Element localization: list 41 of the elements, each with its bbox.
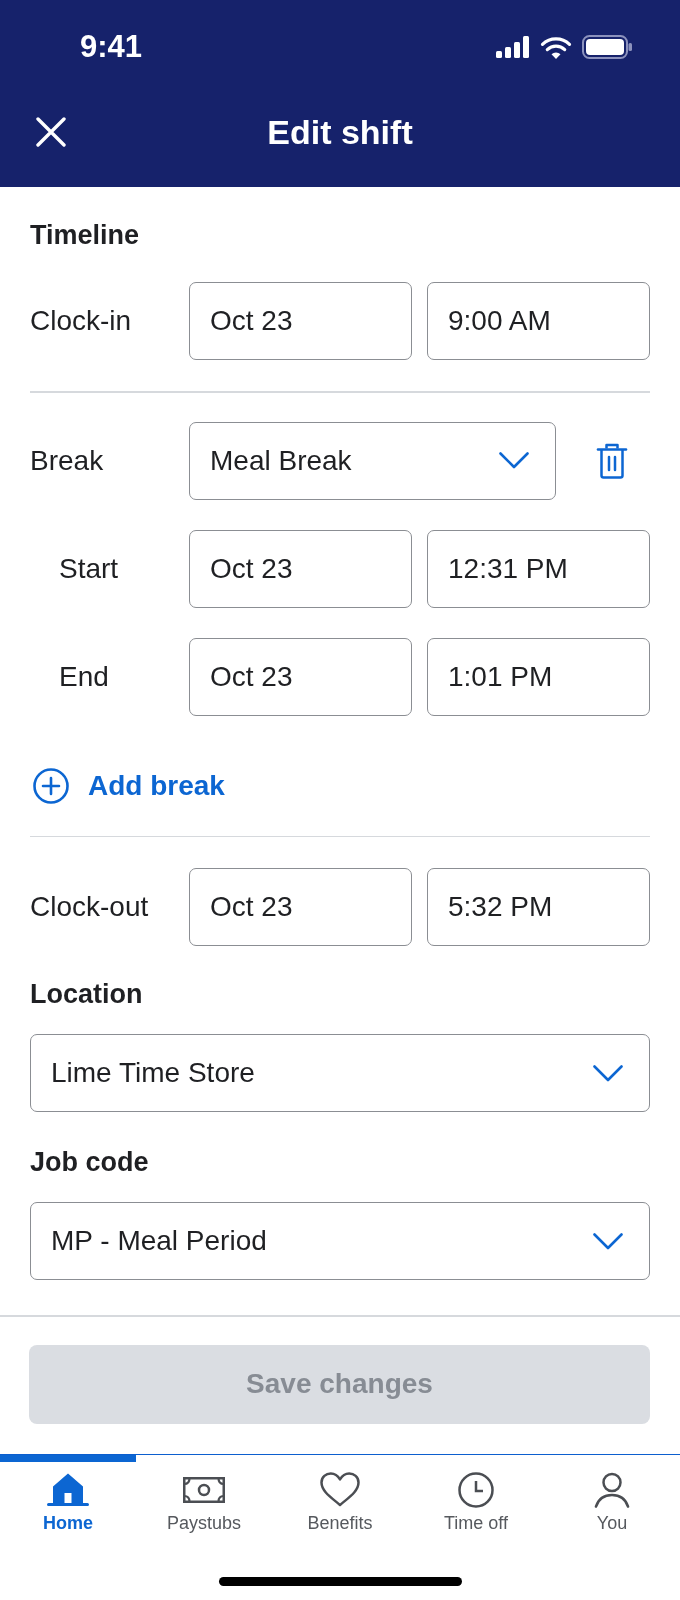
time-field[interactable]: 9:00 AM xyxy=(427,282,650,360)
screen-title: Edit shift xyxy=(267,111,413,152)
person-icon xyxy=(594,1471,630,1508)
section-heading: Timeline xyxy=(30,219,140,251)
section-heading: Job code xyxy=(30,1146,149,1178)
nav-tab[interactable]: Time off xyxy=(408,1454,544,1534)
date-field[interactable]: Oct 23 xyxy=(189,868,412,946)
date-field[interactable]: Oct 23 xyxy=(189,637,412,716)
break-type-dropdown[interactable]: Meal Break xyxy=(189,421,556,500)
location-dropdown[interactable]: Lime Time Store xyxy=(30,1034,650,1112)
caret-icon xyxy=(593,1232,623,1250)
close-icon[interactable] xyxy=(36,116,66,147)
field-label: End xyxy=(59,659,109,694)
field-label: Start xyxy=(59,551,119,586)
status-time: 9:41 xyxy=(80,29,143,65)
field-label: Break xyxy=(30,443,104,478)
battery-icon xyxy=(582,35,632,59)
add-break-button[interactable]: Add break xyxy=(33,767,225,804)
nav-tab[interactable]: Home xyxy=(0,1454,136,1534)
nav-tab[interactable]: Paystubs xyxy=(136,1454,272,1534)
caret-icon xyxy=(593,1064,623,1082)
field-label: Clock-in xyxy=(30,304,132,338)
time-field[interactable]: 1:01 PM xyxy=(427,637,650,716)
section-heading: Location xyxy=(30,978,143,1010)
plus-circle-icon xyxy=(33,767,69,804)
nav-tab[interactable]: Benefits xyxy=(272,1454,408,1534)
clock-icon xyxy=(458,1471,494,1508)
time-field[interactable]: 12:31 PM xyxy=(427,529,650,608)
job-code-dropdown[interactable]: MP - Meal Period xyxy=(30,1202,650,1280)
field-label: Clock-out xyxy=(30,890,149,924)
banknote-icon xyxy=(183,1476,225,1503)
time-field[interactable]: 5:32 PM xyxy=(427,868,650,946)
wifi-icon xyxy=(540,35,572,59)
caret-icon xyxy=(499,452,529,469)
date-field[interactable]: Oct 23 xyxy=(189,282,412,360)
signal-icon xyxy=(496,36,530,58)
heart-icon xyxy=(320,1472,360,1507)
trash-icon[interactable] xyxy=(596,442,628,479)
nav-tab[interactable]: You xyxy=(544,1454,680,1534)
home-icon xyxy=(47,1472,89,1507)
date-field[interactable]: Oct 23 xyxy=(189,529,412,608)
